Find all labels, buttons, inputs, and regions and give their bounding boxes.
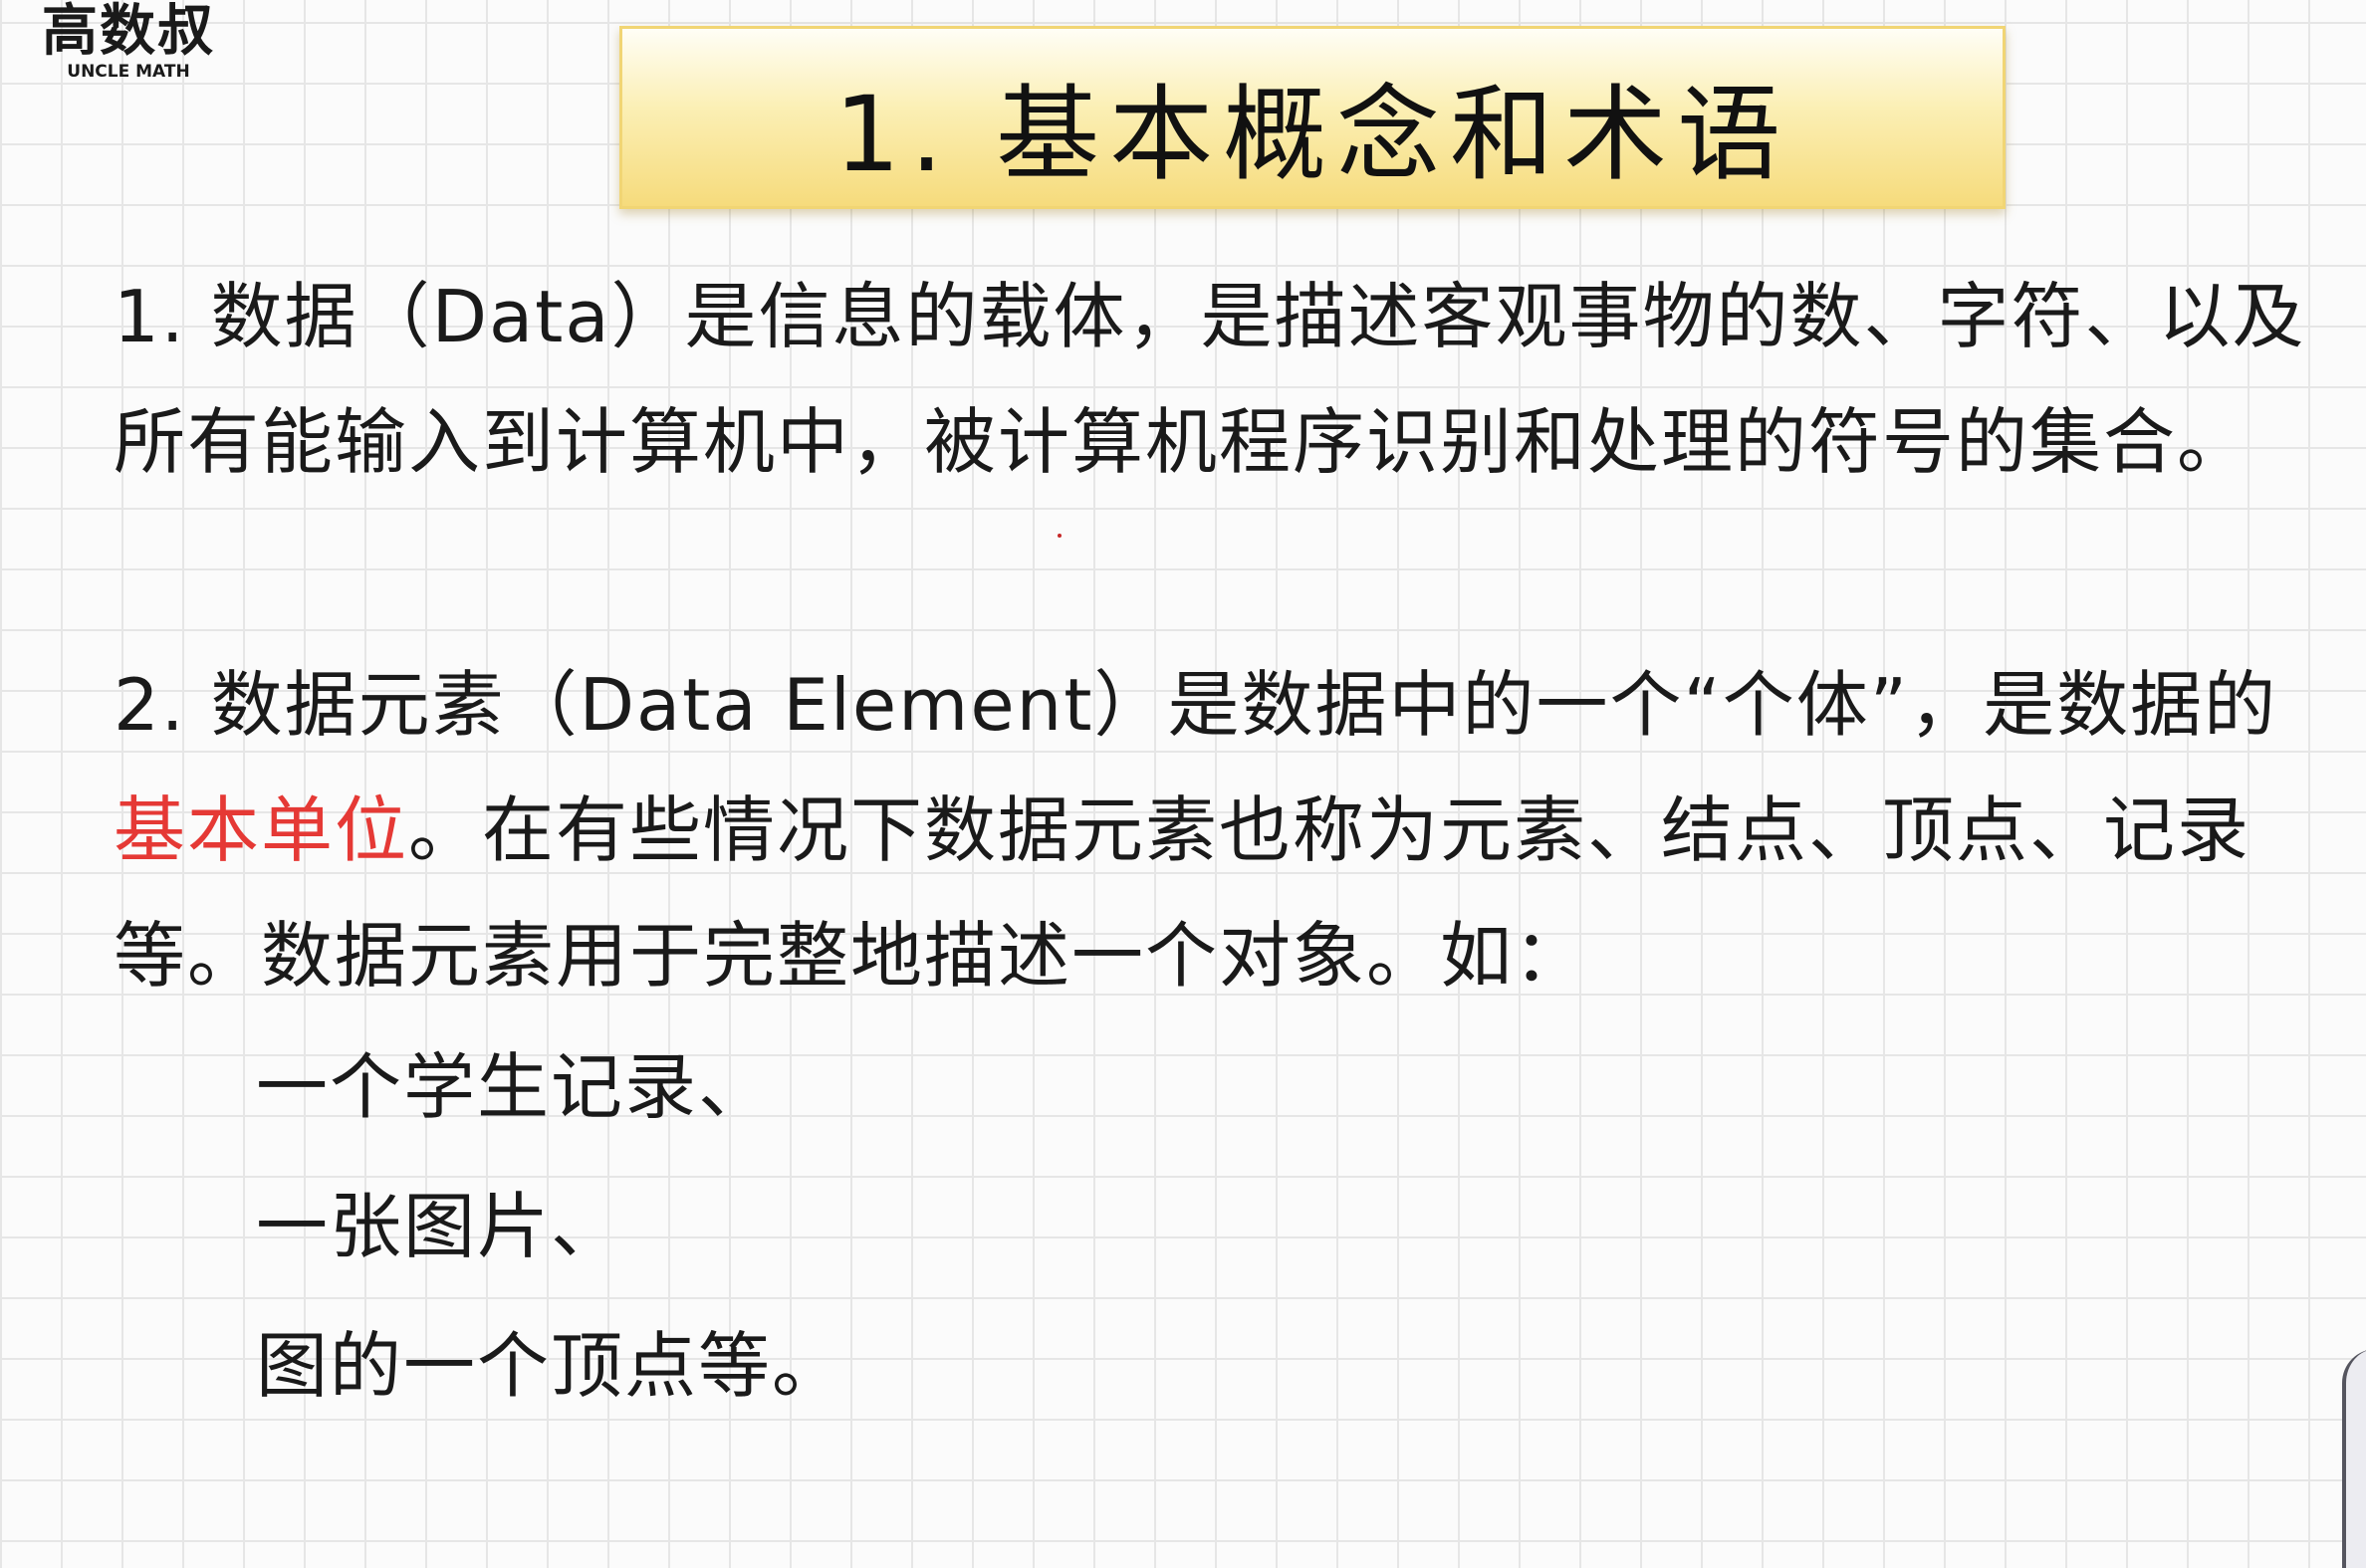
paragraph-text-before: 2. 数据元素（Data Element）是数据中的一个“个体”，是数据的 (114, 663, 2278, 747)
logo: 高数叔 UNCLE MATH (18, 0, 239, 82)
highlight-basic-unit: 基本单位 (114, 788, 409, 872)
examples-list: 一个学生记录、 一张图片、 图的一个顶点等。 (256, 1037, 845, 1456)
list-item: 一个学生记录、 (256, 1045, 773, 1129)
logo-subtitle: UNCLE MATH (67, 62, 190, 82)
presenter-figure (2342, 1349, 2366, 1568)
title-banner: 1. 基本概念和术语 (619, 26, 2006, 209)
list-item: 图的一个顶点等。 (256, 1324, 846, 1408)
list-item: 一张图片、 (256, 1185, 625, 1268)
paragraph-text-after: 。在有些情况下数据元素也称为元素、结点、顶点、记录等。数据元素用于完整地描述一个… (114, 788, 2251, 998)
pointer-dot (1058, 534, 1062, 538)
paragraph-data-element-definition: 2. 数据元素（Data Element）是数据中的一个“个体”，是数据的基本单… (114, 642, 2344, 1018)
page-title: 1. 基本概念和术语 (833, 73, 1791, 195)
paragraph-data-definition: 1. 数据（Data）是信息的载体，是描述客观事物的数、字符、以及所有能输入到计… (114, 275, 2306, 484)
logo-name: 高数叔 (42, 0, 215, 64)
